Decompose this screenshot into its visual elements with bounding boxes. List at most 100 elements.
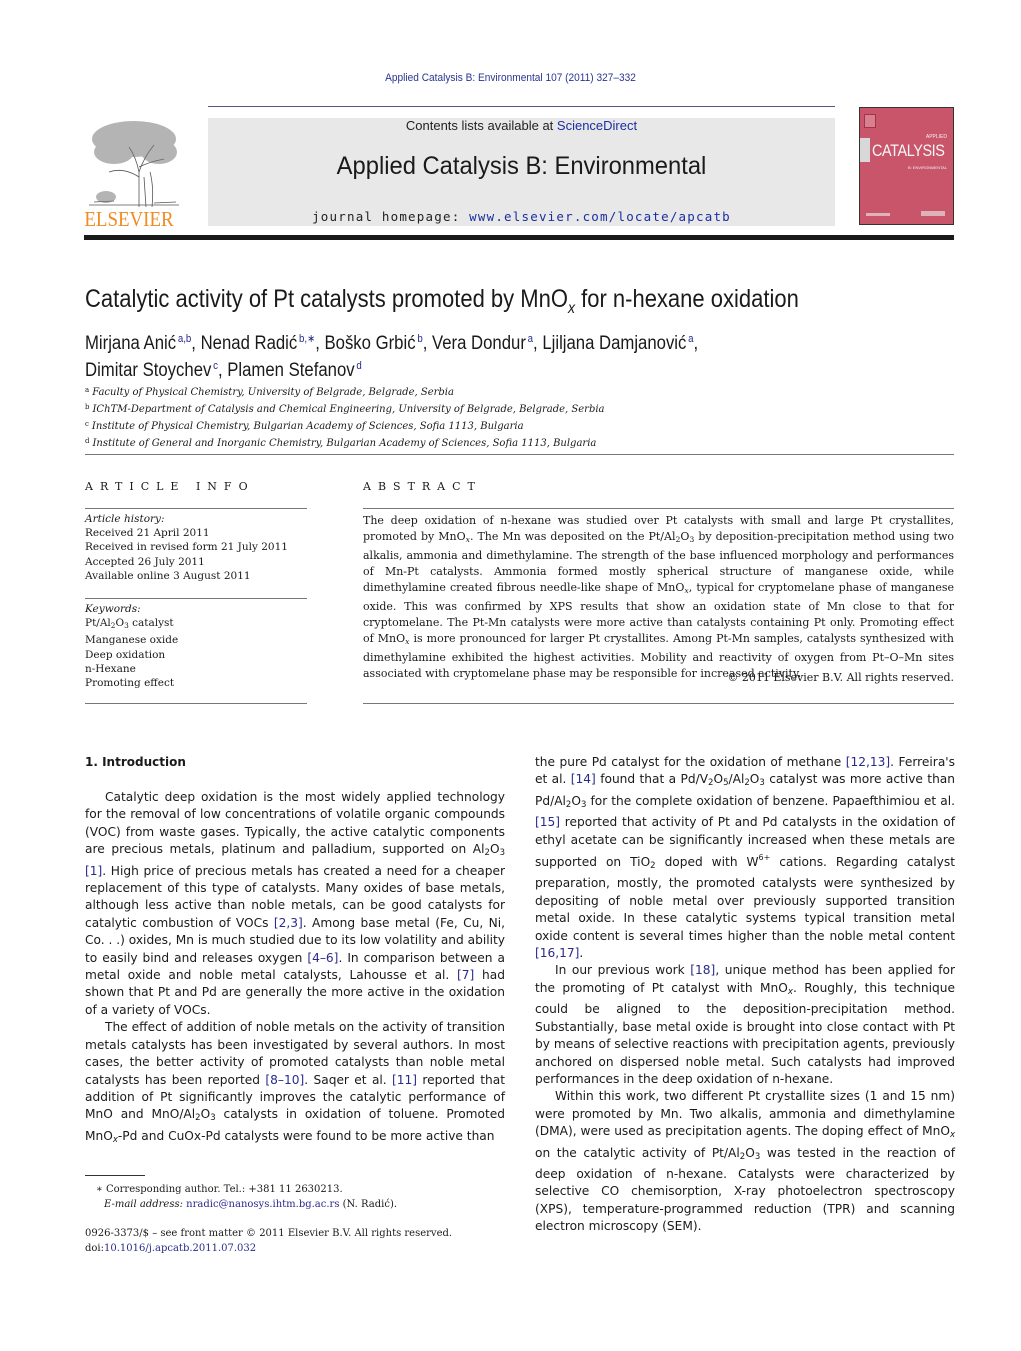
homepage-link[interactable]: www.elsevier.com/locate/apcatb [469, 209, 731, 224]
history-item: Accepted 26 July 2011 [85, 555, 205, 568]
citation-link[interactable]: [2,3] [274, 916, 303, 930]
history-item: Received 21 April 2011 [85, 527, 210, 540]
citation-link[interactable]: [11] [392, 1073, 417, 1087]
journal-homepage: journal homepage: www.elsevier.com/locat… [208, 209, 835, 224]
affiliation-item: c Institute of Physical Chemistry, Bulgar… [85, 417, 605, 434]
journal-cover-thumbnail[interactable]: APPLIED CATALYSIS B: ENVIRONMENTAL [859, 107, 954, 225]
cover-footer-right [921, 211, 945, 216]
keywords: Keywords: Pt/Al2O3 catalyst Manganese ox… [85, 602, 178, 690]
front-matter: 0926-3373/$ – see front matter © 2011 El… [85, 1226, 452, 1256]
contents-prefix: Contents lists available at [405, 118, 557, 133]
abstract-copyright: © 2011 Elsevier B.V. All rights reserved… [727, 671, 954, 684]
author-name: Vera Dondur [432, 333, 526, 354]
citation-link[interactable]: [1] [85, 864, 102, 878]
section-divider [85, 454, 954, 455]
affiliation-mark: d [85, 437, 90, 445]
affiliation-item: d Institute of General and Inorganic Chem… [85, 434, 605, 451]
author[interactable]: Boško Grbić b [324, 333, 422, 354]
corresponding-author-footnote: ∗ Corresponding author. Tel.: +381 11 26… [96, 1182, 397, 1212]
email-suffix: (N. Radić). [339, 1199, 398, 1210]
elsevier-tree-icon [89, 121, 179, 208]
keyword-item: Pt/Al2O3 catalyst [85, 617, 174, 631]
author[interactable]: Dimitar Stoychev c [85, 360, 218, 381]
elsevier-logo[interactable]: ELSEVIER [84, 117, 184, 231]
abstract-rule-top [363, 508, 954, 509]
affiliation-text: Institute of Physical Chemistry, Bulgari… [91, 421, 524, 432]
body-paragraph: the pure Pd catalyst for the oxidation o… [535, 755, 955, 961]
citation-link[interactable]: [4–6] [307, 951, 338, 965]
citation-link[interactable]: [7] [457, 968, 474, 982]
contents-line: Contents lists available at ScienceDirec… [208, 118, 835, 133]
cover-grey-block [860, 138, 870, 162]
citation-link[interactable]: [8–10] [265, 1073, 304, 1087]
sciencedirect-link[interactable]: ScienceDirect [557, 118, 637, 133]
article-title: Catalytic activity of Pt catalysts promo… [85, 285, 799, 318]
abstract-text: The deep oxidation of n-hexane was studi… [363, 514, 954, 680]
keyword-item: n-Hexane [85, 662, 136, 675]
elsevier-wordmark: ELSEVIER [84, 207, 174, 231]
abstract-heading: ABSTRACT [363, 480, 482, 493]
affiliation-list: a Faculty of Physical Chemistry, Universi… [85, 383, 605, 451]
footnote-email: E-mail address: nradic@nanosys.ihtm.bg.a… [96, 1197, 397, 1212]
doi-link[interactable]: 10.1016/j.apcatb.2011.07.032 [104, 1243, 256, 1254]
header-thick-rule [84, 235, 954, 240]
author-separator: , [533, 333, 543, 354]
keyword-item: Promoting effect [85, 677, 175, 690]
affiliation-mark: b [85, 403, 90, 411]
author-affiliation-mark[interactable]: a,b [178, 333, 191, 345]
footnote-corresponding: ∗ Corresponding author. Tel.: +381 11 26… [96, 1182, 397, 1197]
citation-link[interactable]: [12,13] [846, 755, 890, 769]
keywords-label: Keywords: [85, 603, 141, 615]
article-info-heading: ARTICLE INFO [85, 480, 255, 493]
article-info-rule-bottom [85, 703, 307, 704]
cover-catalysis-text: CATALYSIS [872, 141, 945, 160]
keyword-item: Deep oxidation [85, 648, 166, 661]
citation-link[interactable]: [18] [690, 963, 715, 977]
footnote-star: ∗ [96, 1184, 103, 1195]
author[interactable]: Ljiljana Damjanović a [542, 333, 693, 354]
title-prefix: Catalytic activity of Pt catalysts promo… [85, 285, 568, 313]
email-link[interactable]: nradic@nanosys.ihtm.bg.ac.rs [186, 1199, 339, 1210]
affiliation-item: a Faculty of Physical Chemistry, Universi… [85, 383, 605, 400]
author-separator: , [191, 333, 201, 354]
affiliation-text: IChTM-Department of Catalysis and Chemic… [92, 404, 605, 415]
citation-link[interactable]: [14] [571, 772, 596, 786]
author-name: Plamen Stefanov [227, 360, 355, 381]
author[interactable]: Nenad Radić b,∗ [201, 333, 316, 354]
citation-link[interactable]: [16,17] [535, 946, 579, 960]
body-paragraph: The effect of addition of noble metals o… [85, 1020, 505, 1145]
footnote-corresponding-text: Corresponding author. Tel.: +381 11 2630… [105, 1184, 343, 1195]
affiliation-text: Faculty of Physical Chemistry, Universit… [92, 387, 454, 398]
abstract-rule-bottom [363, 703, 954, 704]
author-affiliation-mark[interactable]: d [356, 360, 361, 372]
body-column-right: the pure Pd catalyst for the oxidation o… [535, 754, 955, 1236]
affiliation-mark: a [85, 386, 90, 394]
email-label: E-mail address: [104, 1199, 183, 1210]
author-name: Boško Grbić [324, 333, 416, 354]
affiliation-text: Institute of General and Inorganic Chemi… [92, 438, 597, 449]
history-label: Article history: [85, 513, 165, 525]
author-name: Dimitar Stoychev [85, 360, 212, 381]
body-column-left: Catalytic deep oxidation is the most wid… [85, 789, 505, 1149]
header-rule [208, 106, 835, 107]
footnote-rule [85, 1175, 145, 1176]
journal-citation[interactable]: Applied Catalysis B: Environmental 107 (… [41, 72, 980, 84]
author[interactable]: Plamen Stefanov d [227, 360, 361, 381]
author-name: Nenad Radić [200, 333, 298, 354]
keyword-item: Manganese oxide [85, 634, 179, 647]
author[interactable]: Vera Dondur a [432, 333, 533, 354]
affiliation-mark: c [85, 420, 89, 428]
author[interactable]: Mirjana Anić a,b [85, 333, 191, 354]
issn-line: 0926-3373/$ – see front matter © 2011 El… [85, 1228, 453, 1239]
cover-applied-text: APPLIED [925, 134, 947, 140]
cover-publisher-mark [864, 114, 876, 128]
citation-link[interactable]: [15] [535, 815, 560, 829]
author-affiliation-mark[interactable]: b,∗ [299, 333, 315, 345]
title-subscript: x [567, 300, 575, 317]
journal-title: Applied Catalysis B: Environmental [336, 152, 707, 180]
history-item: Available online 3 August 2011 [85, 569, 251, 582]
doi-prefix: doi: [85, 1243, 104, 1254]
author-name: Ljiljana Damjanović [542, 333, 687, 354]
cover-footer-left [866, 213, 890, 216]
article-info-rule-mid [85, 598, 307, 599]
